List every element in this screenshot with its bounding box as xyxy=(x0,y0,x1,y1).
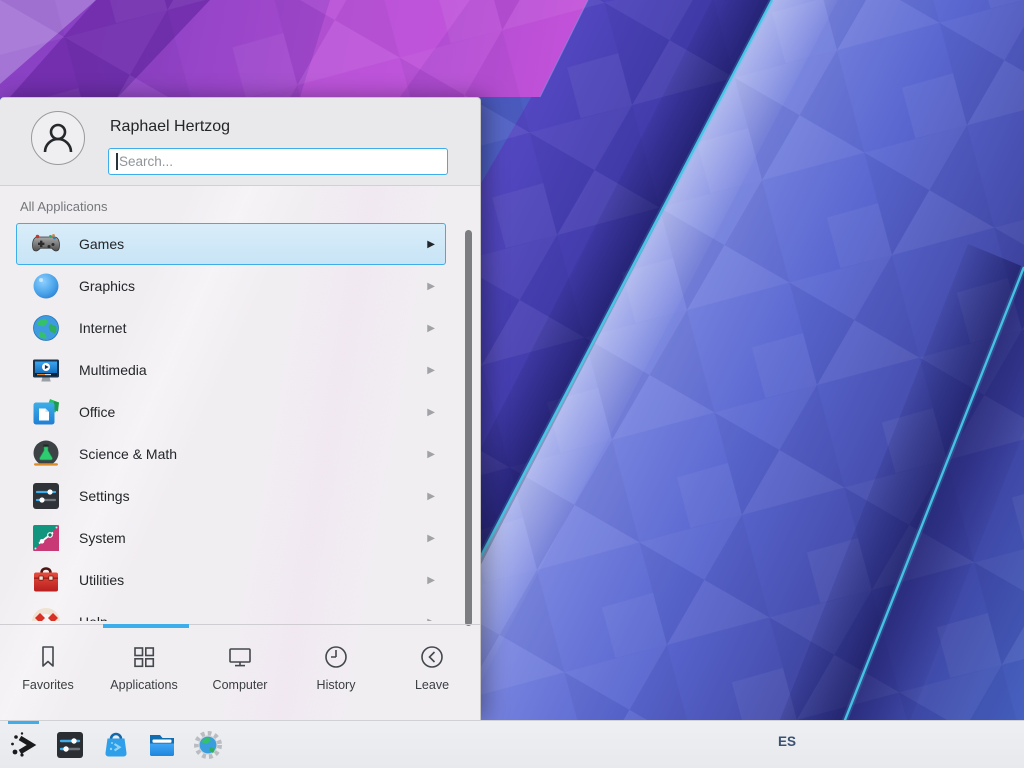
gamepad-icon xyxy=(30,228,62,260)
avatar[interactable] xyxy=(31,111,85,165)
category-label: Internet xyxy=(79,320,126,336)
category-label: Settings xyxy=(79,488,130,504)
leave-icon xyxy=(417,642,447,672)
category-label: Science & Math xyxy=(79,446,177,462)
category-system[interactable]: System ▶ xyxy=(16,517,446,559)
tab-leave[interactable]: Leave xyxy=(384,628,480,720)
tab-label: Applications xyxy=(110,678,177,692)
tab-favorites[interactable]: Favorites xyxy=(0,628,96,720)
desktop: Raphael Hertzog All Applications xyxy=(0,0,1024,768)
category-help[interactable]: Help ▶ xyxy=(16,601,446,621)
category-internet[interactable]: Internet ▶ xyxy=(16,307,446,349)
category-settings[interactable]: Settings ▶ xyxy=(16,475,446,517)
bookmark-icon xyxy=(33,642,63,672)
dolphin-file-manager-button[interactable] xyxy=(146,729,178,761)
app-grid-icon xyxy=(129,642,159,672)
clock-icon xyxy=(321,642,351,672)
list-scrollbar[interactable] xyxy=(465,230,472,626)
system-settings-button[interactable] xyxy=(54,729,86,761)
submenu-arrow-icon: ▶ xyxy=(427,365,435,376)
text-cursor xyxy=(116,153,118,170)
discover-software-center-button[interactable] xyxy=(100,729,132,761)
tab-label: History xyxy=(317,678,356,692)
category-science-math[interactable]: Science & Math ▶ xyxy=(16,433,446,475)
taskbar: ES ▲ 7:03 PM 4/24/21 xyxy=(0,720,1024,768)
category-label: Utilities xyxy=(79,572,124,588)
launcher-tabbar: Favorites Applications C xyxy=(0,628,480,720)
search-input[interactable] xyxy=(108,148,448,175)
category-games[interactable]: Games ▶ xyxy=(16,223,446,265)
graphics-sphere-icon xyxy=(30,270,62,302)
submenu-arrow-icon: ▶ xyxy=(427,407,435,418)
submenu-arrow-icon: ▶ xyxy=(427,575,435,586)
application-launcher-popup: Raphael Hertzog All Applications xyxy=(0,97,481,720)
tabbar-divider xyxy=(0,624,480,625)
submenu-arrow-icon: ▶ xyxy=(427,491,435,502)
submenu-arrow-icon: ▶ xyxy=(427,533,435,544)
launcher-active-indicator xyxy=(8,721,39,724)
user-name: Raphael Hertzog xyxy=(110,118,230,136)
submenu-arrow-icon: ▶ xyxy=(427,239,435,250)
launcher-header: Raphael Hertzog xyxy=(0,98,480,186)
submenu-arrow-icon: ▶ xyxy=(427,281,435,292)
application-launcher-button[interactable] xyxy=(8,729,40,761)
category-utilities[interactable]: Utilities ▶ xyxy=(16,559,446,601)
submenu-arrow-icon: ▶ xyxy=(427,617,435,622)
category-label: Multimedia xyxy=(79,362,147,378)
web-browser-button[interactable] xyxy=(192,729,224,761)
globe-icon xyxy=(30,312,62,344)
help-lifebuoy-icon xyxy=(30,606,62,621)
category-list: Games ▶ Graphics ▶ xyxy=(0,223,480,621)
category-graphics[interactable]: Graphics ▶ xyxy=(16,265,446,307)
category-label: System xyxy=(79,530,126,546)
tab-label: Favorites xyxy=(22,678,73,692)
multimedia-monitor-icon xyxy=(30,354,62,386)
tab-computer[interactable]: Computer xyxy=(192,628,288,720)
keyboard-layout-indicator[interactable]: ES xyxy=(778,734,796,749)
search-field-wrap xyxy=(108,148,448,175)
tab-history[interactable]: History xyxy=(288,628,384,720)
section-label: All Applications xyxy=(20,199,107,214)
settings-sliders-icon xyxy=(30,480,62,512)
system-slider-icon xyxy=(30,522,62,554)
submenu-arrow-icon: ▶ xyxy=(427,323,435,334)
category-label: Help xyxy=(79,614,108,621)
category-multimedia[interactable]: Multimedia ▶ xyxy=(16,349,446,391)
office-document-icon xyxy=(30,396,62,428)
science-flask-icon xyxy=(30,438,62,470)
category-label: Office xyxy=(79,404,115,420)
tab-label: Leave xyxy=(415,678,449,692)
category-label: Games xyxy=(79,236,124,252)
user-icon xyxy=(38,118,78,158)
submenu-arrow-icon: ▶ xyxy=(427,449,435,460)
utilities-toolbox-icon xyxy=(30,564,62,596)
category-label: Graphics xyxy=(79,278,135,294)
category-office[interactable]: Office ▶ xyxy=(16,391,446,433)
tab-label: Computer xyxy=(213,678,268,692)
monitor-icon xyxy=(225,642,255,672)
tab-applications[interactable]: Applications xyxy=(96,628,192,720)
